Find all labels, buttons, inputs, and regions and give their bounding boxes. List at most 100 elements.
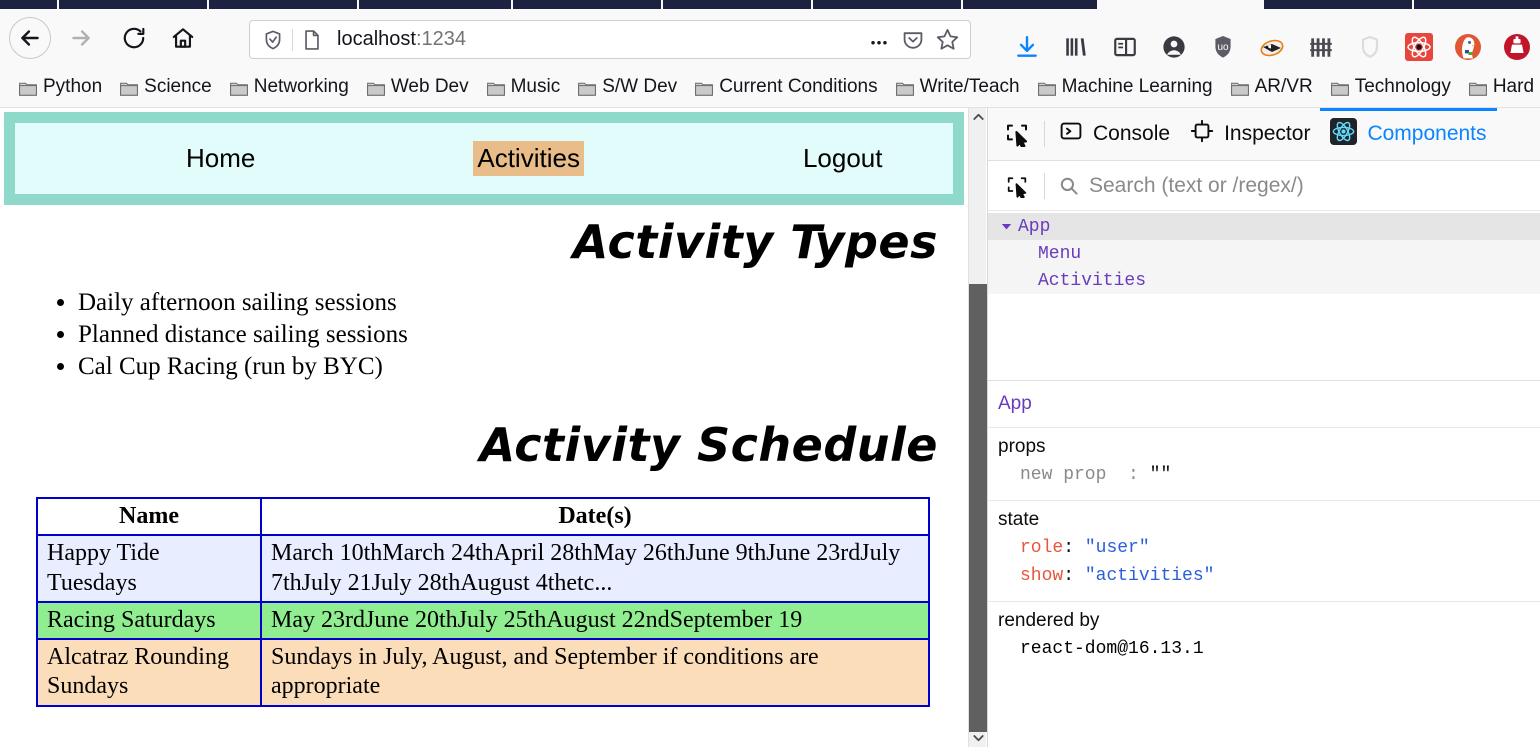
bookmark-label: Write/Teach xyxy=(919,76,1020,97)
props-title: props xyxy=(998,436,1046,457)
bookmark-label: Machine Learning xyxy=(1061,76,1213,97)
bookmark-folder[interactable]: Web Dev xyxy=(360,73,476,101)
react-devtools-icon[interactable] xyxy=(1402,30,1436,64)
page-viewport: Home Activities Logout Activity Types Da… xyxy=(0,108,968,747)
folder-icon xyxy=(578,80,597,96)
search-input[interactable]: Search (text or /regex/) xyxy=(1079,174,1304,198)
chevron-down-icon[interactable] xyxy=(998,219,1014,235)
page-info-icon[interactable] xyxy=(295,23,329,57)
cleaner-icon[interactable] xyxy=(1500,30,1534,64)
props-entry[interactable]: new prop : "" xyxy=(998,462,1540,490)
folder-icon xyxy=(229,80,248,96)
library-icon[interactable] xyxy=(1059,30,1093,64)
navigation-toolbar: localhost:1234 uo xyxy=(0,9,1540,67)
tree-empty-space xyxy=(988,294,1540,380)
tree-item-label: Menu xyxy=(1038,243,1082,264)
shield-outline-icon[interactable] xyxy=(1353,30,1387,64)
browser-tab-active[interactable] xyxy=(1264,0,1412,9)
bookmarks-bar: Python Science Networking Web Dev Music xyxy=(0,67,1540,108)
tree-item-activities[interactable]: Activities xyxy=(988,267,1540,294)
browser-window: localhost:1234 uo Python Science Network… xyxy=(0,0,1540,747)
privacy-badger-icon[interactable] xyxy=(1255,30,1289,64)
bookmark-folder[interactable]: S/W Dev xyxy=(571,73,684,101)
prop-value: "" xyxy=(1149,465,1172,485)
state-entry[interactable]: role: "user" xyxy=(998,535,1540,563)
tab-label: Components xyxy=(1367,122,1487,145)
back-button[interactable] xyxy=(9,17,51,59)
activity-schedule-table: Name Date(s) Happy Tide Tuesdays March 1… xyxy=(36,496,930,707)
rendered-by-value: react-dom@16.13.1 xyxy=(1020,638,1204,659)
downloads-icon[interactable] xyxy=(1010,30,1044,64)
browser-tab[interactable] xyxy=(513,0,661,9)
tab-console[interactable]: Console xyxy=(1049,108,1180,161)
folder-icon xyxy=(695,80,714,96)
browser-tab[interactable] xyxy=(359,0,511,9)
rendered-by-section: rendered by react-dom@16.13.1 xyxy=(988,600,1540,674)
element-picker-icon[interactable] xyxy=(994,112,1040,156)
page-actions-icon[interactable] xyxy=(862,23,896,57)
nav-link-logout[interactable]: Logout xyxy=(799,141,887,176)
bookmark-label: Music xyxy=(510,76,561,97)
cell-name: Racing Saturdays xyxy=(36,600,262,641)
table-header-row: Name Date(s) xyxy=(36,496,930,537)
bookmark-star-icon[interactable] xyxy=(930,23,964,57)
browser-tab[interactable] xyxy=(813,0,961,9)
tab-label: Console xyxy=(1093,122,1171,145)
browser-tab[interactable] xyxy=(963,0,1097,9)
browser-tab[interactable] xyxy=(1414,0,1540,9)
list-item: Planned distance sailing sessions xyxy=(78,319,968,351)
state-entry[interactable]: show: "activities" xyxy=(998,563,1540,591)
url-text[interactable]: localhost:1234 xyxy=(329,28,862,51)
page-scrollbar[interactable] xyxy=(968,108,987,747)
nav-link-activities[interactable]: Activities xyxy=(473,141,584,176)
browser-tab[interactable] xyxy=(209,0,357,9)
devtools-panel: Console Inspector Components Search (tex… xyxy=(987,108,1540,747)
tree-item-menu[interactable]: Menu xyxy=(988,240,1540,267)
bookmark-folder[interactable]: Hard xyxy=(1462,73,1540,101)
url-bar[interactable]: localhost:1234 xyxy=(249,20,971,59)
scroll-up-arrow-icon[interactable] xyxy=(969,108,987,126)
home-button[interactable] xyxy=(162,17,204,59)
bookmark-folder[interactable]: Science xyxy=(113,73,219,101)
scrollbar-thumb[interactable] xyxy=(969,284,987,732)
browser-tab[interactable] xyxy=(663,0,811,9)
pocket-icon[interactable] xyxy=(896,23,930,57)
bookmark-folder[interactable]: Current Conditions xyxy=(688,73,884,101)
state-key: role xyxy=(1020,537,1064,558)
sidebars-icon[interactable] xyxy=(1108,30,1142,64)
tab-components[interactable]: Components xyxy=(1320,108,1496,161)
site-menu-inner: Home Activities Logout xyxy=(15,123,953,194)
tree-item-app[interactable]: App xyxy=(988,213,1540,240)
tab-inspector[interactable]: Inspector xyxy=(1180,108,1320,161)
bookmark-folder[interactable]: AR/VR xyxy=(1224,73,1320,101)
bookmark-folder[interactable]: Networking xyxy=(223,73,356,101)
component-picker-icon[interactable] xyxy=(994,164,1040,208)
scroll-down-arrow-icon[interactable] xyxy=(969,729,987,747)
props-section: props new prop : "" xyxy=(988,427,1540,500)
forward-button[interactable] xyxy=(60,17,102,59)
browser-tab[interactable] xyxy=(0,0,57,9)
duckduckgo-icon[interactable] xyxy=(1451,30,1485,64)
state-value: "user" xyxy=(1084,537,1150,558)
bookmark-folder[interactable]: Machine Learning xyxy=(1031,73,1220,101)
browser-tab[interactable] xyxy=(59,0,207,9)
folder-icon xyxy=(1037,80,1056,96)
fences-icon[interactable] xyxy=(1304,30,1338,64)
bookmark-folder[interactable]: Music xyxy=(480,73,568,101)
folder-icon xyxy=(366,80,385,96)
bookmark-folder[interactable]: Technology xyxy=(1324,73,1458,101)
state-separator: : xyxy=(1063,537,1075,558)
bookmark-folder[interactable]: Python xyxy=(12,73,109,101)
account-icon[interactable] xyxy=(1157,30,1191,64)
component-tree: App Menu Activities xyxy=(988,211,1540,294)
bookmark-label: AR/VR xyxy=(1254,76,1313,97)
cell-dates: March 10thMarch 24thApril 28thMay 26thJu… xyxy=(260,534,930,603)
tracking-protection-icon[interactable] xyxy=(256,23,290,57)
bookmark-folder[interactable]: Write/Teach xyxy=(889,73,1027,101)
reload-button[interactable] xyxy=(113,17,155,59)
folder-icon xyxy=(486,80,505,96)
tree-item-label: Activities xyxy=(1038,270,1147,291)
heading-activity-schedule: Activity Schedule xyxy=(479,418,938,472)
ublock-icon[interactable]: uo xyxy=(1206,30,1240,64)
nav-link-home[interactable]: Home xyxy=(182,141,259,176)
